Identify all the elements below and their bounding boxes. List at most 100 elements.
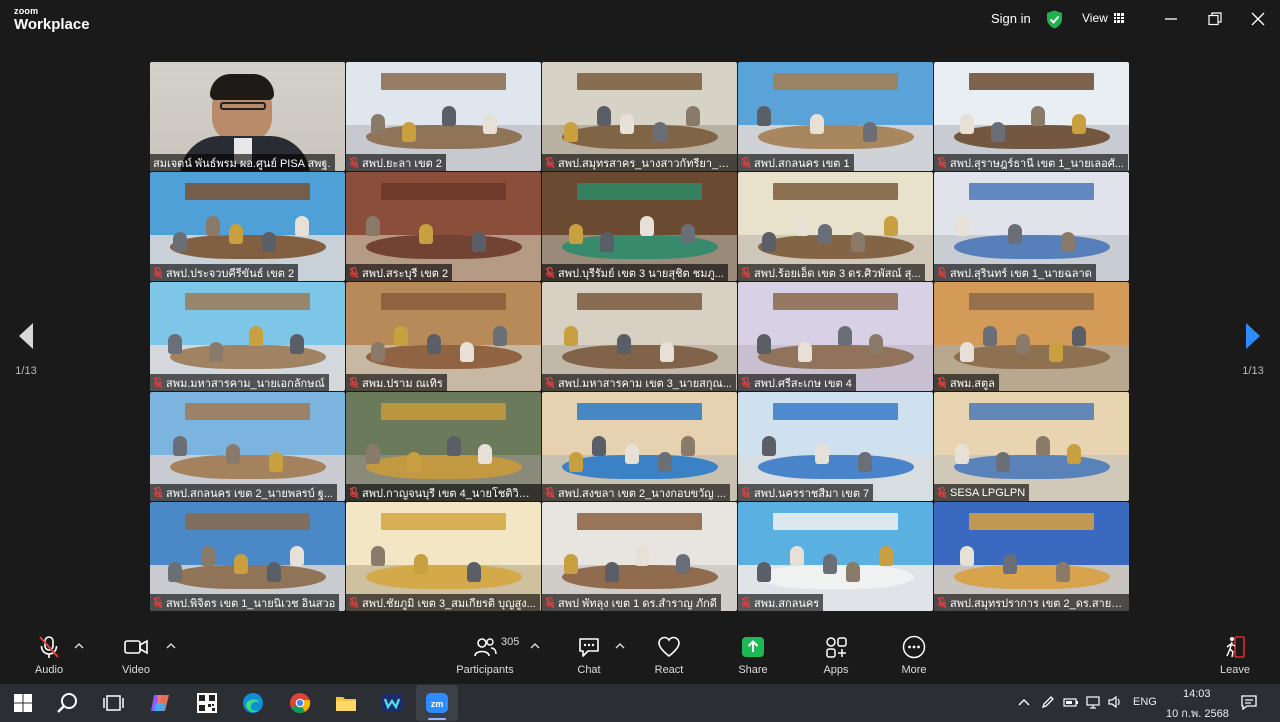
participant-name-bar: สพป.สุราษฎร์ธานี เขต 1_นายเลอศั... (934, 154, 1128, 171)
mic-muted-icon (937, 486, 947, 498)
participant-tile[interactable]: สมเจตน์ พันธ์พรม ผอ.ศูนย์ PISA สพฐ. (150, 62, 345, 171)
previous-page[interactable]: 1/13 (6, 322, 46, 377)
share-screen-icon (742, 637, 764, 657)
sign-in-link[interactable]: Sign in (991, 11, 1031, 26)
clock-date[interactable]: 10 ก.พ. 2568 (1166, 704, 1229, 722)
participant-tile[interactable]: สพป.สระบุรี เขต 2 (346, 172, 541, 281)
participant-tile[interactable]: สพป.ประจวบคีรีขันธ์ เขต 2 (150, 172, 345, 281)
share-button[interactable]: Share (734, 634, 772, 676)
participant-tile[interactable]: สพป.สกลนคร เขต 1 (738, 62, 933, 171)
participant-tile[interactable]: สพป.ร้อยเอ็ด เขต 3 ดร.ศิวพัสณ์ สุ... (738, 172, 933, 281)
security-shield-icon[interactable] (1046, 10, 1063, 29)
audio-button[interactable]: Audio (30, 634, 68, 676)
participant-tile[interactable]: สพม.สกลนคร (738, 502, 933, 611)
notifications-icon[interactable] (1240, 694, 1258, 710)
apps-button[interactable]: Apps (817, 634, 855, 676)
participant-tile[interactable]: สพป.สุรินทร์ เขต 1_นายฉลาด (934, 172, 1129, 281)
participant-name: สพป.มหาสารคาม เขต 3_นายสกุณ... (558, 377, 732, 390)
react-button[interactable]: React (649, 634, 689, 676)
clock-time[interactable]: 14:03 (1183, 688, 1211, 700)
participant-tile[interactable]: สพป.ยะลา เขต 2 (346, 62, 541, 171)
participant-tile[interactable]: สพป.สุราษฎร์ธานี เขต 1_นายเลอศั... (934, 62, 1129, 171)
apps-icon (826, 637, 847, 658)
more-label: More (901, 664, 927, 676)
chrome-browser-icon[interactable] (288, 691, 312, 715)
chat-button[interactable]: Chat (570, 634, 608, 676)
windows-start-icon[interactable] (11, 691, 35, 715)
participant-tile[interactable]: SESA LPGLPN (934, 392, 1129, 501)
input-language[interactable]: ENG (1133, 696, 1157, 708)
video-options-caret-icon[interactable] (166, 642, 176, 650)
participant-tile[interactable]: สพม.สตูล (934, 282, 1129, 391)
participant-name-bar: สพป.ชัยภูมิ เขต 3_สมเกียรติ บุญสูง... (346, 594, 540, 611)
mic-muted-icon (545, 376, 555, 388)
chat-label: Chat (577, 664, 601, 676)
participant-name: สพป.สงขลา เขต 2_นางกอบขวัญ ... (558, 487, 726, 500)
chevron-left-icon[interactable] (17, 322, 35, 350)
pen-touch-icon[interactable] (1040, 694, 1056, 710)
participant-name: สพป.นครราชสีมา เขต 7 (754, 487, 870, 500)
webex-app[interactable] (380, 691, 404, 715)
network-icon[interactable] (1085, 695, 1101, 709)
participant-tile[interactable]: สพป.สมุทรปราการ เขต 2_ดร.สายฝน (934, 502, 1129, 611)
participant-tile[interactable]: สพป.กาญจนบุรี เขต 4_นายโชติวิณ... (346, 392, 541, 501)
leave-button[interactable]: Leave (1215, 634, 1255, 676)
chevron-up-icon[interactable] (1018, 697, 1030, 707)
view-button[interactable]: View (1082, 11, 1124, 25)
heart-icon (658, 636, 680, 658)
minimize-icon[interactable] (1162, 10, 1180, 28)
participant-tile[interactable]: สพป.ชัยภูมิ เขต 3_สมเกียรติ บุญสูง... (346, 502, 541, 611)
file-explorer-icon[interactable] (334, 691, 358, 715)
more-button[interactable]: More (894, 634, 934, 676)
participant-tile[interactable]: สพป พัทลุง เขต 1 ดร.สำราญ ภักดี (542, 502, 737, 611)
participant-name-bar: สพป.มหาสารคาม เขต 3_นายสกุณ... (542, 374, 736, 391)
mic-muted-icon (937, 156, 947, 168)
mic-muted-icon (937, 596, 947, 608)
mic-muted-icon (153, 266, 163, 278)
volume-icon[interactable] (1107, 694, 1123, 710)
participant-tile[interactable]: สพป.สมุทรสาคร_นางสาวกัทรียา_ค... (542, 62, 737, 171)
audio-options-caret-icon[interactable] (74, 642, 84, 650)
participant-name: สมเจตน์ พันธ์พรม ผอ.ศูนย์ PISA สพฐ. (153, 157, 331, 170)
edge-browser-icon[interactable] (241, 691, 265, 715)
restore-icon[interactable] (1206, 10, 1224, 28)
participant-name: สพม.สตูล (950, 377, 995, 390)
participant-name-bar: สพม.สตูล (934, 374, 999, 391)
participant-name-bar: สพป พัทลุง เขต 1 ดร.สำราญ ภักดี (542, 594, 721, 611)
zoom-app-icon: zm (426, 693, 448, 713)
copilot-icon[interactable] (148, 691, 172, 715)
participant-tile[interactable]: สพป.ศรีสะเกษ เขต 4 (738, 282, 933, 391)
participants-options-caret-icon[interactable] (530, 642, 540, 650)
next-page[interactable]: 1/13 (1233, 322, 1273, 377)
chevron-right-icon[interactable] (1244, 322, 1262, 350)
participant-name: สพป.สมุทรสาคร_นางสาวกัทรียา_ค... (558, 157, 733, 170)
participant-name: สพป.ร้อยเอ็ด เขต 3 ดร.ศิวพัสณ์ สุ... (754, 267, 921, 280)
top-bar: zoom Workplace Sign in View (0, 0, 1280, 40)
mic-muted-icon (545, 596, 555, 608)
participant-tile[interactable]: สพป.บุรีรัมย์ เขต 3 นายสุชิต ชมภู... (542, 172, 737, 281)
zoom-taskbar-app[interactable]: zm (416, 685, 458, 721)
qr-code-app-icon[interactable] (195, 691, 219, 715)
participant-tile[interactable]: สพป.สกลนคร เขต 2_นายพลรบ์ ฐ... (150, 392, 345, 501)
mic-muted-icon (741, 156, 751, 168)
participant-name-bar: สพม.มหาสารคาม_นายเอกลักษณ์ (150, 374, 329, 391)
participant-name: สพป.ศรีสะเกษ เขต 4 (754, 377, 852, 390)
participant-tile[interactable]: สพม.ปราม ณเทิร (346, 282, 541, 391)
participant-tile[interactable]: สพป.มหาสารคาม เขต 3_นายสกุณ... (542, 282, 737, 391)
participant-name: สพป.สุรินทร์ เขต 1_นายฉลาด (950, 267, 1092, 280)
video-button[interactable]: Video (117, 634, 155, 676)
task-view-icon[interactable] (101, 691, 125, 715)
apps-label: Apps (823, 664, 849, 676)
close-icon[interactable] (1249, 10, 1267, 28)
participant-name: สพป.กาญจนบุรี เขต 4_นายโชติวิณ... (362, 487, 537, 500)
mic-muted-icon (741, 376, 751, 388)
battery-icon[interactable] (1063, 695, 1079, 709)
participant-tile[interactable]: สพป.นครราชสีมา เขต 7 (738, 392, 933, 501)
participant-name-bar: สพม.ปราม ณเทิร (346, 374, 447, 391)
participant-tile[interactable]: สพป.สงขลา เขต 2_นางกอบขวัญ ... (542, 392, 737, 501)
participant-tile[interactable]: สพม.มหาสารคาม_นายเอกลักษณ์ (150, 282, 345, 391)
chat-options-caret-icon[interactable] (615, 642, 625, 650)
participant-tile[interactable]: สพป.พิจิตร เขต 1_นายนิเวช อินสวอ (150, 502, 345, 611)
search-icon[interactable] (56, 691, 80, 715)
leave-icon (1226, 636, 1245, 658)
